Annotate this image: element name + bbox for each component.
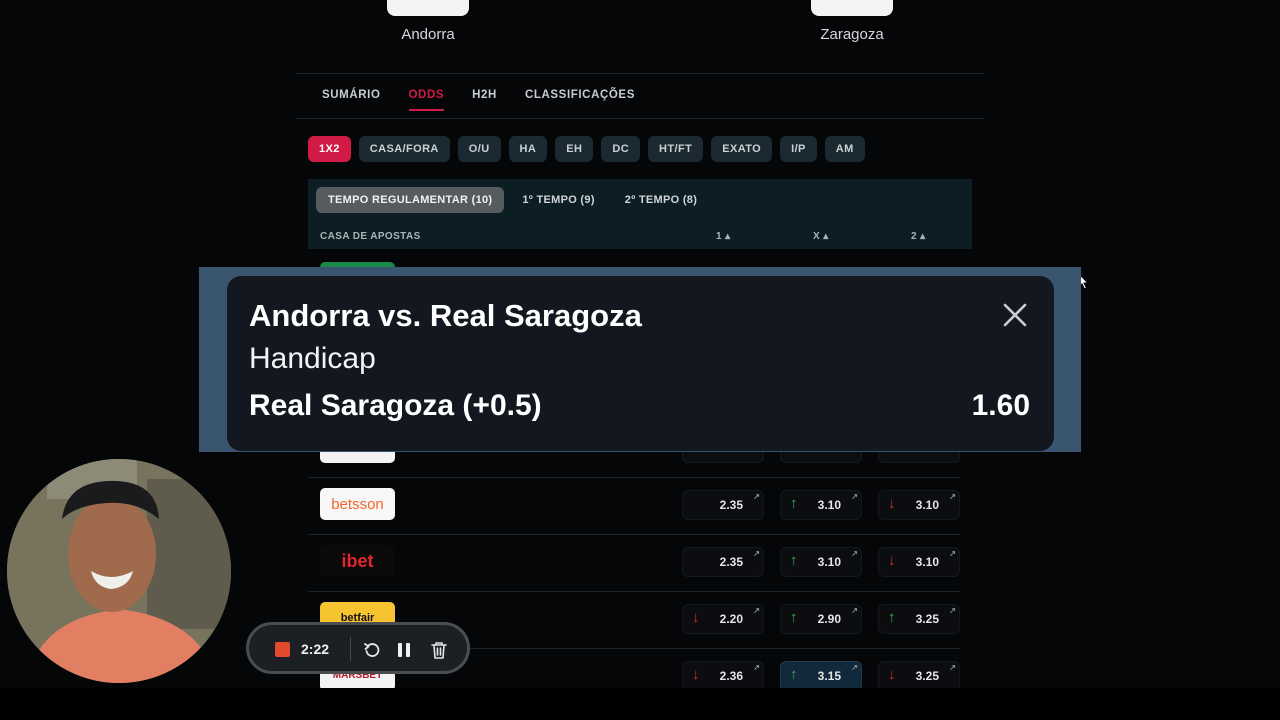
odd-value: 2.35 xyxy=(719,555,743,569)
odd-home[interactable]: ↓ 2.20 ↗ xyxy=(682,604,764,634)
pause-icon[interactable] xyxy=(396,641,412,659)
odd-home[interactable]: ↓ 2.36 ↗ xyxy=(682,661,764,691)
arrow-down-icon: ↓ xyxy=(888,552,896,569)
market-btts-button[interactable]: AM xyxy=(824,136,865,162)
match-title: Andorra vs. Real Saragoza xyxy=(249,298,642,333)
period-tab-second-half[interactable]: 2º TEMPO (8) xyxy=(613,187,709,213)
market-home-away-button[interactable]: CASA/FORA xyxy=(358,136,450,162)
market-1x2-button[interactable]: 1X2 xyxy=(308,136,351,162)
odd-value: 3.15 xyxy=(817,669,841,683)
column-header-away[interactable]: 2 ▴ xyxy=(911,231,926,242)
external-link-icon: ↗ xyxy=(851,492,858,501)
market-over-under-button[interactable]: O/U xyxy=(457,136,501,162)
tab-odds[interactable]: ODDS xyxy=(408,89,445,111)
table-row: ibet 2.35 ↗ ↑ 3.10 ↗ ↓ 3.10 ↗ xyxy=(308,534,960,592)
external-link-icon: ↗ xyxy=(753,663,760,672)
market-correct-score-button[interactable]: EXATO xyxy=(711,136,773,162)
external-link-icon: ↗ xyxy=(753,549,760,558)
tab-summary[interactable]: SUMÁRIO xyxy=(322,89,381,101)
odd-value: 3.25 xyxy=(915,669,939,683)
screen-recorder-bar: 2:22 xyxy=(246,622,470,674)
external-link-icon: ↗ xyxy=(851,663,858,672)
odd-value: 2.36 xyxy=(719,669,743,683)
odd-draw[interactable]: ↑ 3.10 ↗ xyxy=(780,547,862,577)
tab-standings[interactable]: CLASSIFICAÇÕES xyxy=(525,89,635,101)
external-link-icon: ↗ xyxy=(753,606,760,615)
market-name: Handicap xyxy=(249,342,376,375)
home-team-name: Andorra xyxy=(401,26,455,43)
arrow-up-icon: ↑ xyxy=(790,552,798,569)
odd-away[interactable]: ↓ 3.25 ↗ xyxy=(878,661,960,691)
divider xyxy=(296,118,984,119)
market-double-chance-button[interactable]: DC xyxy=(601,136,641,162)
market-pills: 1X2 CASA/FORA O/U HA EH DC HT/FT EXATO I… xyxy=(308,136,865,162)
bookmaker-name: ibet xyxy=(341,550,374,571)
odd-value: 3.10 xyxy=(915,555,939,569)
period-tab-full-time[interactable]: TEMPO REGULAMENTAR (10) xyxy=(316,187,505,213)
away-team-logo xyxy=(811,0,893,16)
bookmaker-logo[interactable]: ibet xyxy=(320,545,395,577)
bet-selection-card: Andorra vs. Real Saragoza Handicap Real … xyxy=(227,276,1054,451)
away-team-name: Zaragoza xyxy=(820,26,884,43)
arrow-up-icon: ↑ xyxy=(790,495,798,512)
odd-value: 3.10 xyxy=(915,498,939,512)
column-header-bookmaker: CASA DE APOSTAS xyxy=(320,231,421,242)
home-team-logo xyxy=(387,0,469,16)
external-link-icon: ↗ xyxy=(949,549,956,558)
odd-draw[interactable]: ↑ 3.10 ↗ xyxy=(780,490,862,520)
bookmaker-name: betsson xyxy=(331,495,384,513)
divider xyxy=(296,73,984,74)
odd-value: 2.35 xyxy=(719,498,743,512)
trash-icon[interactable] xyxy=(430,640,448,660)
stop-recording-button[interactable] xyxy=(275,642,290,657)
arrow-up-icon: ↑ xyxy=(790,666,798,683)
odds-panel-header: TEMPO REGULAMENTAR (10) 1º TEMPO (9) 2º … xyxy=(308,179,972,249)
person-avatar xyxy=(7,459,231,683)
market-htft-button[interactable]: HT/FT xyxy=(648,136,704,162)
market-asian-handicap-button[interactable]: HA xyxy=(508,136,548,162)
market-european-handicap-button[interactable]: EH xyxy=(555,136,594,162)
external-link-icon: ↗ xyxy=(851,549,858,558)
bookmaker-logo[interactable]: betsson xyxy=(320,488,395,520)
odd-away[interactable]: ↓ 3.10 ↗ xyxy=(878,490,960,520)
tab-h2h[interactable]: H2H xyxy=(472,89,497,101)
arrow-down-icon: ↓ xyxy=(692,666,700,683)
restart-icon[interactable] xyxy=(363,641,381,659)
main-tabs: SUMÁRIO ODDS H2H CLASSIFICAÇÕES xyxy=(322,89,635,111)
external-link-icon: ↗ xyxy=(949,663,956,672)
odd-draw[interactable]: ↑ 2.90 ↗ xyxy=(780,604,862,634)
period-tab-first-half[interactable]: 1º TEMPO (9) xyxy=(510,187,606,213)
bottom-letterbox xyxy=(0,688,1280,720)
table-row: betsson 2.35 ↗ ↑ 3.10 ↗ ↓ 3.10 ↗ xyxy=(308,477,960,535)
webcam-feed xyxy=(7,459,231,683)
column-header-home[interactable]: 1 ▴ xyxy=(716,231,731,242)
odd-draw[interactable]: ↑ 3.15 ↗ xyxy=(780,661,862,691)
selection-odd: 1.60 xyxy=(971,389,1030,422)
odd-value: 3.10 xyxy=(817,555,841,569)
external-link-icon: ↗ xyxy=(753,492,760,501)
odd-home[interactable]: 2.35 ↗ xyxy=(682,547,764,577)
market-odd-even-button[interactable]: I/P xyxy=(780,136,817,162)
selection-name: Real Saragoza (+0.5) xyxy=(249,389,542,422)
odd-home[interactable]: 2.35 ↗ xyxy=(682,490,764,520)
arrow-down-icon: ↓ xyxy=(888,495,896,512)
external-link-icon: ↗ xyxy=(949,492,956,501)
arrow-up-icon: ↑ xyxy=(790,609,798,626)
external-link-icon: ↗ xyxy=(851,606,858,615)
arrow-up-icon: ↑ xyxy=(888,609,896,626)
arrow-down-icon: ↓ xyxy=(692,609,700,626)
external-link-icon: ↗ xyxy=(949,606,956,615)
odd-value: 2.90 xyxy=(817,612,841,626)
divider xyxy=(350,637,351,661)
odd-value: 2.20 xyxy=(719,612,743,626)
period-tabs: TEMPO REGULAMENTAR (10) 1º TEMPO (9) 2º … xyxy=(316,187,709,213)
arrow-down-icon: ↓ xyxy=(888,666,896,683)
odd-away[interactable]: ↑ 3.25 ↗ xyxy=(878,604,960,634)
close-icon[interactable] xyxy=(1002,302,1028,328)
column-header-draw[interactable]: X ▴ xyxy=(813,231,829,242)
odd-away[interactable]: ↓ 3.10 ↗ xyxy=(878,547,960,577)
odd-value: 3.10 xyxy=(817,498,841,512)
odd-value: 3.25 xyxy=(915,612,939,626)
recording-time: 2:22 xyxy=(301,641,330,657)
